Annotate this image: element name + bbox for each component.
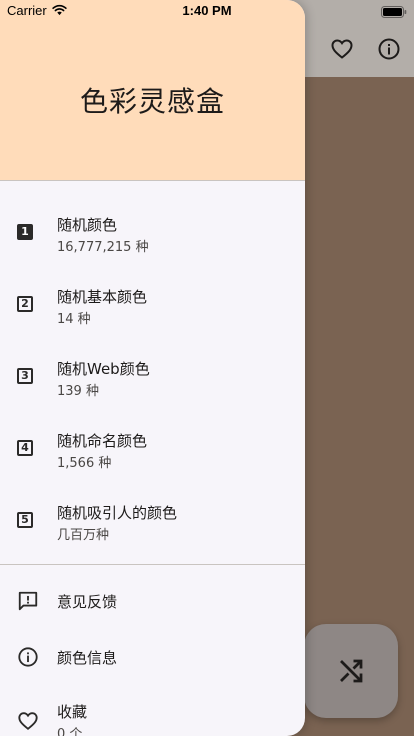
menu-item-count: 139 种 (57, 384, 99, 399)
heart-outline-icon (331, 39, 353, 59)
menu-item-label: 收藏 (57, 703, 88, 721)
favorite-button[interactable] (329, 36, 355, 62)
menu-item-random-basic-color[interactable]: 2 随机基本颜色 14 种 (0, 275, 305, 335)
status-time: 1:40 PM (182, 3, 232, 18)
menu-item-label: 随机颜色 (57, 216, 118, 234)
drawer-header: 色彩灵感盒 (0, 0, 305, 181)
menu-divider (0, 564, 305, 565)
info-icon (378, 38, 400, 60)
menu-item-label: 随机吸引人的颜色 (57, 504, 178, 522)
menu-item-label: 意见反馈 (57, 593, 118, 611)
info-icon (17, 646, 39, 668)
menu-item-label: 随机基本颜色 (57, 288, 148, 306)
info-button[interactable] (376, 36, 402, 62)
menu-item-count: 几百万种 (57, 528, 110, 543)
menu-item-count: 1,566 种 (57, 456, 112, 471)
menu-item-label: 随机Web颜色 (57, 360, 150, 378)
number-two-icon: 2 (17, 296, 39, 318)
menu-item-random-color[interactable]: 1 随机颜色 16,777,215 种 (0, 203, 305, 263)
shuffle-button[interactable] (304, 624, 398, 718)
shuffle-icon (340, 659, 363, 683)
number-four-icon: 4 (17, 440, 39, 462)
menu-item-random-attractive-color[interactable]: 5 随机吸引人的颜色 几百万种 (0, 491, 305, 551)
menu-item-count: 16,777,215 种 (57, 240, 149, 255)
menu-item-random-web-color[interactable]: 3 随机Web颜色 139 种 (0, 347, 305, 407)
menu-item-color-info[interactable]: 颜色信息 (0, 627, 305, 687)
battery-icon (381, 5, 407, 23)
number-three-icon: 3 (17, 368, 39, 390)
number-five-icon: 5 (17, 512, 39, 534)
menu-item-random-named-color[interactable]: 4 随机命名颜色 1,566 种 (0, 419, 305, 479)
status-bar: Carrier 1:40 PM (0, 0, 414, 22)
app-title: 色彩灵感盒 (79, 85, 225, 118)
menu-item-favorites[interactable]: 收藏 0 个 (0, 690, 305, 736)
menu-item-label: 颜色信息 (57, 649, 118, 667)
menu-item-label: 随机命名颜色 (57, 432, 148, 450)
number-one-icon: 1 (17, 224, 39, 246)
menu-item-count: 0 个 (57, 727, 83, 736)
heart-outline-icon (17, 710, 39, 732)
navigation-drawer: 色彩灵感盒 1 随机颜色 16,777,215 种 2 随机基本颜色 14 种 … (0, 0, 305, 736)
menu-item-count: 14 种 (57, 312, 91, 327)
feedback-icon (17, 590, 39, 612)
menu-item-feedback[interactable]: 意见反馈 (0, 571, 305, 631)
